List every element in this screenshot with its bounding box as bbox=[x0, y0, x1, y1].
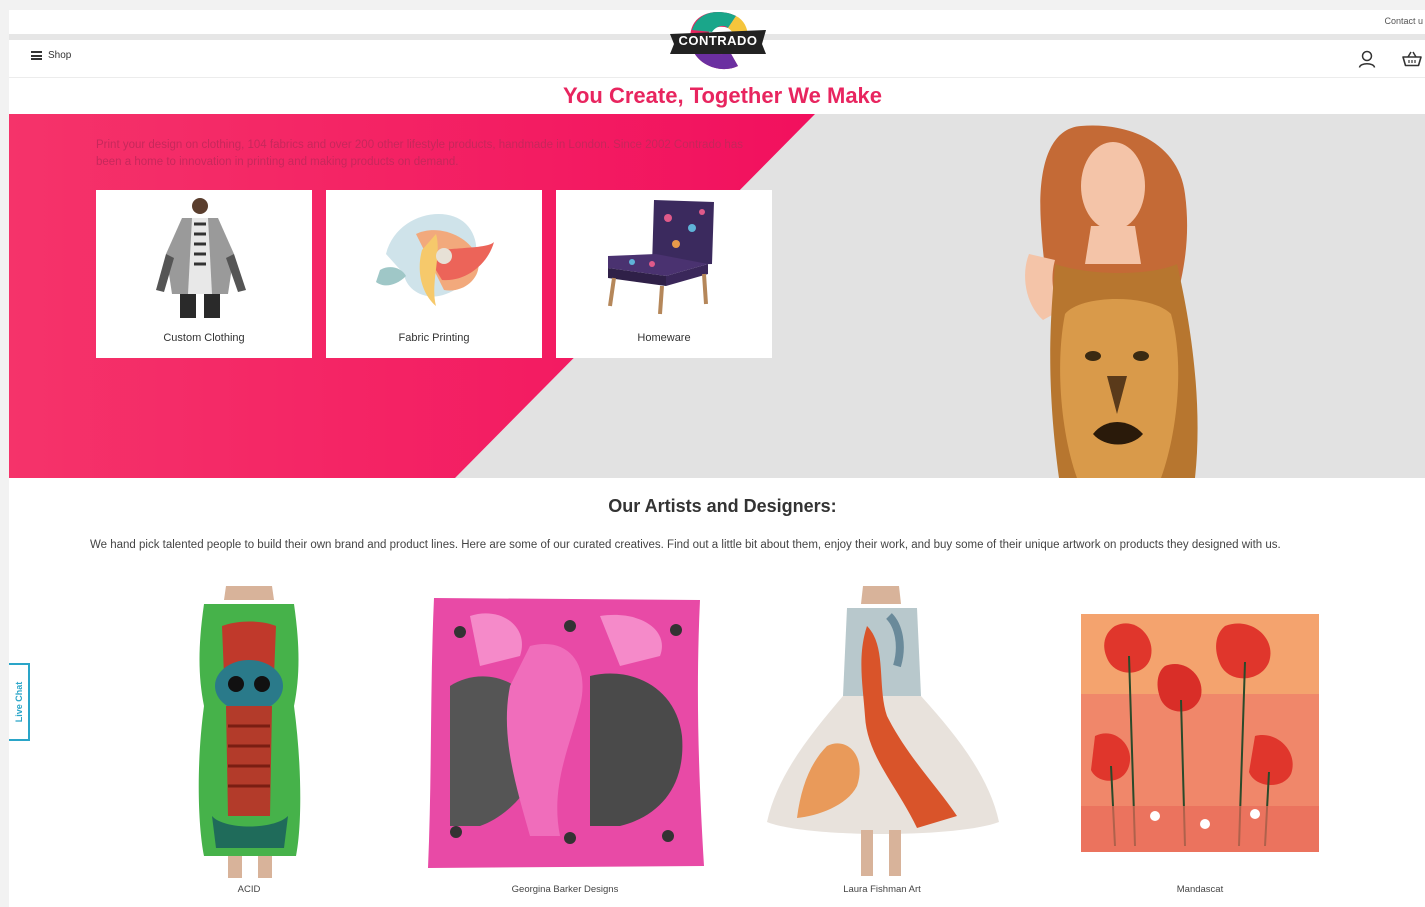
artists-section-description: We hand pick talented people to build th… bbox=[90, 539, 1281, 551]
hero-banner: Print your design on clothing, 104 fabri… bbox=[9, 114, 1425, 478]
hamburger-icon bbox=[31, 51, 42, 60]
category-card-fabric-printing[interactable]: Fabric Printing bbox=[326, 190, 542, 358]
artists-section-title: Our Artists and Designers: bbox=[608, 496, 837, 516]
account-icon[interactable] bbox=[1357, 49, 1377, 69]
artist-name: Mandascat bbox=[1176, 884, 1224, 895]
basket-icon[interactable] bbox=[1401, 49, 1423, 69]
artist-name: ACID bbox=[237, 884, 261, 895]
live-chat-tab[interactable]: Live Chat bbox=[9, 663, 30, 741]
contrado-logo[interactable]: CONTRADO bbox=[666, 8, 770, 76]
artist-name: Georgina Barker Designs bbox=[511, 884, 619, 895]
artist-card-acid[interactable]: ACID bbox=[104, 586, 394, 896]
patterned-chair-image bbox=[608, 200, 714, 315]
card-label: Custom Clothing bbox=[163, 332, 245, 344]
hero-intro-text: Print your design on clothing, 104 fabri… bbox=[96, 139, 743, 168]
contact-link[interactable]: Contact u bbox=[1384, 16, 1423, 26]
lion-dress-model-image bbox=[1025, 125, 1198, 478]
page: Contact u Shop CONTRADO You Create, Toge… bbox=[0, 0, 1425, 907]
shop-menu-button[interactable]: Shop bbox=[31, 50, 71, 61]
card-label: Fabric Printing bbox=[398, 332, 470, 344]
category-card-homeware[interactable]: Homeware bbox=[556, 190, 772, 358]
logo-text: CONTRADO bbox=[678, 33, 758, 48]
poppies-painting-image bbox=[1081, 614, 1319, 852]
artist-card-mandascat[interactable]: Mandascat bbox=[1055, 586, 1345, 896]
live-chat-label: Live Chat bbox=[13, 681, 24, 723]
tagline: You Create, Together We Make bbox=[562, 83, 883, 108]
flamingo-cushion-image bbox=[428, 598, 704, 868]
jacket-model-image bbox=[156, 198, 246, 318]
category-card-custom-clothing[interactable]: Custom Clothing bbox=[96, 190, 312, 358]
watercolor-dress-image bbox=[767, 586, 999, 876]
acid-dress-image bbox=[198, 586, 301, 878]
artist-card-georgina-barker-designs[interactable]: Georgina Barker Designs bbox=[420, 586, 710, 896]
fabric-scarf-image bbox=[376, 214, 494, 306]
card-label: Homeware bbox=[637, 332, 691, 344]
shop-label: Shop bbox=[48, 50, 72, 61]
artist-name: Laura Fishman Art bbox=[843, 884, 921, 895]
artist-card-laura-fishman-art[interactable]: Laura Fishman Art bbox=[737, 586, 1027, 896]
